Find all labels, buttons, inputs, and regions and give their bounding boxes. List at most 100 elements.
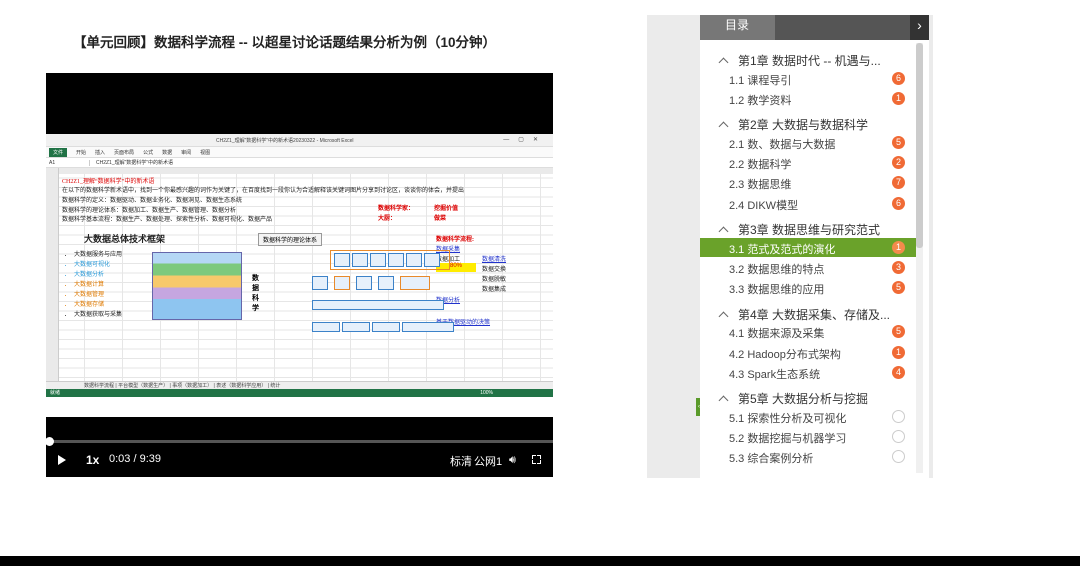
- video-frame[interactable]: CH2Z1_理解“数据科学”中的新术语20230322 - Microsoft …: [46, 134, 553, 417]
- section-item[interactable]: 2.3 数据思维 7: [700, 173, 916, 192]
- video-player[interactable]: CH2Z1_理解“数据科学”中的新术语20230322 - Microsoft …: [44, 73, 553, 477]
- section-item[interactable]: 2.1 数、数据与大数据 5: [700, 133, 916, 152]
- count-badge: 2: [892, 156, 905, 170]
- section-label: 4.2 Hadoop分布式架构: [729, 348, 841, 361]
- progress-handle[interactable]: [44, 437, 54, 446]
- chapter-header[interactable]: 第3章 数据思维与研究范式: [718, 221, 881, 238]
- formula-text: CH2Z1_理解“数据科学”中的新术语: [96, 160, 173, 166]
- theory-box: [402, 322, 454, 332]
- cell-process: 数据科学基本流程：数据生产、数据处理、探索性分析、数据可视化、数据产品: [62, 217, 273, 223]
- catalog-tab[interactable]: 目录: [700, 15, 775, 40]
- count-badge: 4: [892, 365, 905, 379]
- chevron-up-icon: [718, 395, 729, 406]
- excel-formula-bar: A1 CH2Z1_理解“数据科学”中的新术语: [46, 158, 553, 168]
- time-separator: /: [133, 453, 137, 465]
- section-item[interactable]: 3.2 数据思维的特点 3: [700, 258, 916, 277]
- duration: 9:39: [139, 453, 162, 465]
- chapter-title: 第2章 大数据与数据科学: [738, 118, 869, 133]
- catalog-panel: 目录 › 第1章 数据时代 -- 机遇与... 1.1 课程导引 6 1.2 教学资料…: [700, 15, 929, 478]
- theory-system-diagram: 数据科学的理论体系 数据科学: [252, 228, 472, 338]
- section-item[interactable]: 3.1 范式及范式的演化 1: [700, 237, 916, 257]
- play-icon[interactable]: [58, 455, 66, 465]
- ribbon-tab: 开始: [76, 149, 87, 156]
- section-label: 5.3 综合案例分析: [729, 453, 814, 466]
- chapter-header[interactable]: 第4章 大数据采集、存储及...: [718, 306, 891, 323]
- section-item[interactable]: 5.1 探索性分析及可视化: [700, 407, 916, 426]
- chevron-up-icon: [718, 57, 729, 68]
- framework-item: 大数据服务与应用: [74, 250, 122, 260]
- ribbon-tab: 插入: [95, 149, 106, 156]
- section-item[interactable]: 4.2 Hadoop分布式架构 1: [700, 343, 916, 362]
- section-label: 2.4 DIKW模型: [729, 199, 799, 212]
- chapter-title: 第4章 大数据采集、存储及...: [738, 307, 891, 322]
- chevron-right-icon[interactable]: ›: [910, 15, 929, 40]
- count-badge: 7: [892, 176, 905, 190]
- framework-item: 大数据可视化: [74, 260, 122, 270]
- section-item[interactable]: 1.2 教学资料 1: [700, 89, 916, 108]
- count-badge: 6: [892, 196, 905, 210]
- section-item[interactable]: 5.3 综合案例分析: [700, 447, 916, 466]
- excel-zoom: 100%: [480, 390, 493, 396]
- excel-grid: CH2Z1_理解“数据科学”中的新术语 在以下的数据科学新术语中，找到一个你最感…: [46, 168, 553, 397]
- cell-cook: 做菜: [434, 216, 447, 222]
- chevron-up-icon: [718, 311, 729, 322]
- empty-circle-icon: [892, 409, 905, 423]
- cell-clean: 数据清洗: [482, 257, 507, 263]
- excel-status: 就绪: [50, 390, 61, 396]
- progress-bar[interactable]: [44, 437, 553, 446]
- theory-box: [370, 253, 386, 267]
- section-item[interactable]: 1.1 课程导引 6: [700, 69, 916, 88]
- theory-box: [372, 322, 400, 332]
- theory-box: [388, 253, 404, 267]
- framework-title: 大数据总体技术框架: [84, 234, 166, 244]
- catalog-scroll-thumb[interactable]: [916, 43, 923, 248]
- section-label: 2.2 数据科学: [729, 159, 792, 172]
- section-item[interactable]: 5.2 数据挖掘与机器学习: [700, 427, 916, 446]
- section-item[interactable]: 4.1 数据来源及采集 5: [700, 322, 916, 341]
- speed-button[interactable]: 1x: [86, 453, 99, 467]
- framework-item: 大数据分析: [74, 270, 122, 280]
- cell-title: CH2Z1_理解“数据科学”中的新术语: [62, 179, 155, 185]
- count-badge: 1: [892, 240, 905, 254]
- cell-transform: 数据交换: [482, 267, 507, 273]
- time-display: 0:03 / 9:39: [109, 453, 161, 465]
- section-label: 5.2 数据挖掘与机器学习: [729, 433, 847, 446]
- sheet-tabs: 数据科学流程 | 平台模型（数据生产） | 事项（数据加工） | 表述（数据科学…: [46, 381, 553, 389]
- cell-chef: 大厨：: [378, 216, 397, 222]
- framework-item: 大数据计算: [74, 280, 122, 290]
- count-badge: 1: [892, 345, 905, 359]
- section-label: 4.1 数据来源及采集: [729, 328, 825, 341]
- chapter-title: 第5章 大数据分析与挖掘: [738, 392, 869, 407]
- theory-box: [312, 322, 340, 332]
- count-badge: 6: [892, 71, 905, 85]
- count-badge: 5: [892, 325, 905, 339]
- ribbon-tab: 公式: [143, 149, 154, 156]
- bigdata-framework-diagram: 大数据总体技术框架 大数据服务与应用 大数据可视化 大数据分析 大数据计算 大数…: [66, 232, 266, 337]
- cell-instruction: 在以下的数据科学新术语中，找到一个你最感兴趣的词作为关键了，在百度找到一段你认为…: [62, 188, 465, 194]
- catalog-scrollbar[interactable]: [916, 43, 923, 473]
- section-label: 1.1 课程导引: [729, 74, 792, 87]
- chapter-header[interactable]: 第5章 大数据分析与挖掘: [718, 390, 869, 407]
- chapter-header[interactable]: 第2章 大数据与数据科学: [718, 116, 869, 133]
- cell-integrate: 数据集成: [482, 287, 507, 293]
- section-item[interactable]: 2.2 数据科学 2: [700, 153, 916, 172]
- cell-value: 挖掘价值: [434, 206, 459, 212]
- name-box: A1: [46, 159, 90, 166]
- framework-item: 大数据获取与采集: [74, 310, 122, 320]
- count-badge: 5: [892, 135, 905, 149]
- theory-box: [312, 300, 444, 310]
- chevron-up-icon: [718, 226, 729, 237]
- chapter-title: 第1章 数据时代 -- 机遇与...: [738, 54, 881, 68]
- section-item[interactable]: 2.4 DIKW模型 6: [700, 194, 916, 213]
- section-label: 2.3 数据思维: [729, 179, 792, 192]
- section-item[interactable]: 4.3 Spark生态系统 4: [700, 363, 916, 382]
- ribbon-tab: 视图: [200, 149, 211, 156]
- line-button[interactable]: 公网1: [474, 453, 502, 469]
- fullscreen-icon[interactable]: [532, 455, 541, 464]
- lecture-page: 【单元回顾】数据科学流程 -- 以超星讨论话题结果分析为例（10分钟） CH2Z…: [0, 0, 1080, 556]
- volume-icon[interactable]: 🔊︎: [509, 454, 516, 467]
- chapter-title: 第3章 数据思维与研究范式: [738, 223, 881, 238]
- chapter-header[interactable]: 第1章 数据时代 -- 机遇与...: [718, 52, 881, 69]
- section-item[interactable]: 3.3 数据思维的应用 5: [700, 278, 916, 297]
- quality-button[interactable]: 标清: [450, 453, 472, 469]
